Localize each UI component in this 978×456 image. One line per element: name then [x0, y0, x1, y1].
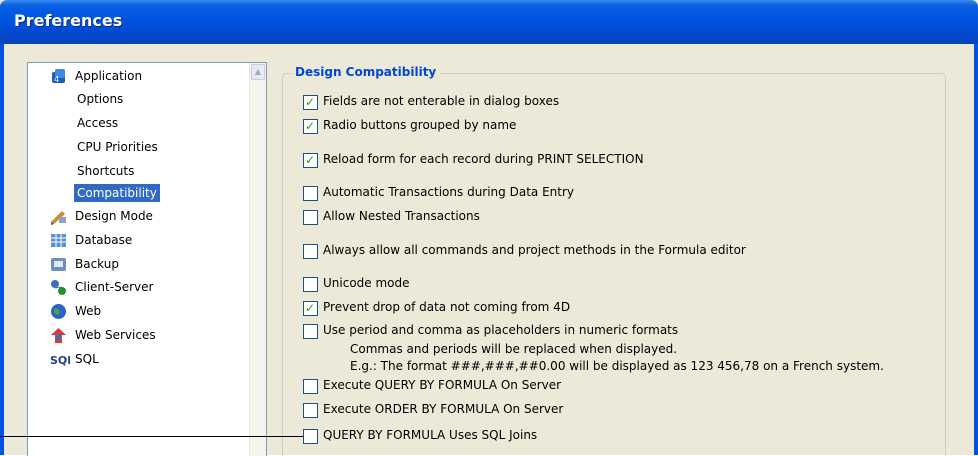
tree-item-label: Options [77, 92, 124, 106]
option-label: Always allow all commands and project me… [323, 243, 746, 257]
tree-item-label: Backup [75, 257, 119, 271]
tree-item-label: Database [75, 233, 133, 247]
option-label: QUERY BY FORMULA Uses SQL Joins [323, 428, 538, 442]
scroll-up-arrow-icon[interactable]: ▲ [251, 64, 265, 80]
tree-item-label: Access [77, 116, 119, 130]
web-services-icon [50, 327, 67, 344]
checkbox[interactable] [303, 379, 318, 394]
checkbox[interactable]: ✓ [303, 95, 318, 110]
tree-scrollbar[interactable]: ▲ [249, 63, 266, 456]
design-mode-icon [50, 208, 67, 225]
option-label: Execute ORDER BY FORMULA On Server [323, 402, 564, 416]
svg-text:SQL: SQL [50, 354, 70, 367]
checkbox[interactable]: ✓ [303, 153, 318, 168]
option-note: E.g.: The format ###,###,##0.00 will be … [350, 359, 884, 373]
window-title: Preferences [14, 11, 123, 30]
tree-item-application[interactable]: 4 Application [28, 65, 248, 87]
window-border-right [974, 44, 978, 455]
preferences-window: Preferences 4 Application Options Access… [0, 0, 978, 456]
backup-icon [50, 256, 67, 273]
callout-line [0, 436, 303, 437]
globe-icon [50, 303, 67, 320]
option-label: Fields are not enterable in dialog boxes [323, 94, 560, 108]
checkbox[interactable] [303, 277, 318, 292]
tree-item-label: Client-Server [75, 280, 154, 294]
checkmark-icon: ✓ [305, 153, 316, 167]
application-icon: 4 [50, 68, 67, 85]
option-label: Use period and comma as placeholders in … [323, 323, 679, 337]
group-title: Design Compatibility [291, 65, 441, 79]
client-server-icon [50, 279, 67, 296]
tree-item-label: Web [75, 304, 102, 318]
option-label: Reload form for each record during PRINT… [323, 152, 644, 166]
svg-text:4: 4 [54, 75, 59, 84]
database-icon [50, 232, 67, 249]
tree-item-label: Web Services [75, 328, 156, 342]
checkbox[interactable] [303, 403, 318, 418]
preferences-tree[interactable]: 4 Application Options Access CPU Priorit… [27, 62, 267, 456]
window-border-left [0, 44, 4, 455]
checkbox[interactable] [303, 324, 318, 339]
checkbox[interactable]: ✓ [303, 119, 318, 134]
checkbox[interactable] [303, 244, 318, 259]
checkmark-icon: ✓ [305, 95, 316, 109]
title-bar[interactable]: Preferences [0, 0, 978, 44]
option-label: Automatic Transactions during Data Entry [323, 185, 574, 199]
checkbox[interactable] [303, 429, 318, 444]
option-label: Radio buttons grouped by name [323, 118, 517, 132]
checkbox[interactable] [303, 210, 318, 225]
tree-item-label: Compatibility [74, 184, 160, 202]
option-note: Commas and periods will be replaced when… [350, 342, 678, 356]
checkbox[interactable]: ✓ [303, 301, 318, 316]
tree-item-label: Application [75, 69, 143, 83]
checkbox[interactable] [303, 186, 318, 201]
option-label: Execute QUERY BY FORMULA On Server [323, 378, 562, 392]
sql-icon: SQL [50, 351, 74, 368]
tree-item-label: CPU Priorities [77, 140, 158, 154]
checkmark-icon: ✓ [305, 301, 316, 315]
tree-item-label: Shortcuts [77, 164, 135, 178]
checkmark-icon: ✓ [305, 119, 316, 133]
option-label: Unicode mode [323, 276, 410, 290]
option-label: Prevent drop of data not coming from 4D [323, 300, 571, 314]
tree-item-label: SQL [75, 352, 99, 366]
tree-item-label: Design Mode [75, 209, 153, 223]
option-label: Allow Nested Transactions [323, 209, 480, 223]
